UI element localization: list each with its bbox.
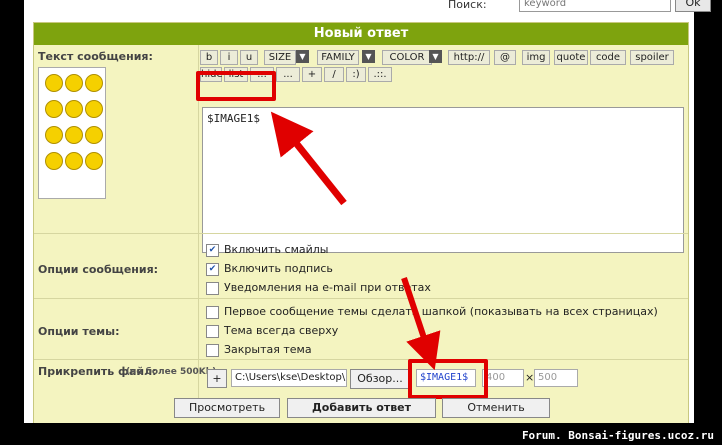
times-sign: ×	[525, 371, 535, 384]
toolbar-btn-3[interactable]: SIZE	[264, 50, 296, 65]
toolbar-btn-0[interactable]: b	[200, 50, 218, 65]
highlight-box-attach	[408, 359, 488, 399]
topic-option-checkbox-2[interactable]	[206, 344, 219, 357]
toolbar-row2-btn-4[interactable]: +	[302, 67, 322, 82]
topic-option-label-1: Тема всегда сверху	[224, 324, 339, 337]
cancel-button[interactable]: Отменить	[442, 398, 550, 418]
toolbar-row2-btn-6[interactable]: :)	[346, 67, 366, 82]
sad-smiley-icon[interactable]	[45, 100, 63, 118]
message-text: $IMAGE1$	[207, 112, 260, 125]
search-label: Поиск:	[448, 0, 487, 11]
toolbar-btn-6[interactable]: http://	[448, 50, 490, 65]
height-field[interactable]: 500	[534, 369, 578, 387]
toolbar-btn-2[interactable]: u	[240, 50, 258, 65]
watermark: Forum. Bonsai-figures.ucoz.ru	[521, 429, 714, 442]
toolbar-btn-4[interactable]: FAMILY	[317, 50, 359, 65]
search-bar: Поиск: keyword Ok	[24, 0, 711, 14]
toolbar-btn-8[interactable]: img	[522, 50, 550, 65]
submit-reply-button[interactable]: Добавить ответ	[287, 398, 436, 418]
preview-button[interactable]: Просмотреть	[174, 398, 280, 418]
add-attachment-button[interactable]: +	[207, 369, 227, 388]
reply-form: Новый ответ Текст сообщения: b i u SIZE FAMI…	[33, 22, 689, 424]
happy-smiley-icon[interactable]	[85, 100, 103, 118]
shocked-smiley-icon[interactable]	[85, 126, 103, 144]
surprised-smiley-icon[interactable]	[45, 126, 63, 144]
browse-button[interactable]: Обзор...	[350, 369, 410, 389]
dropdown-arrow-icon[interactable]: ▼	[429, 50, 442, 63]
form-title: Новый ответ	[34, 23, 688, 45]
dizzy-smiley-icon[interactable]	[65, 152, 83, 170]
toolbar-row2-btn-5[interactable]: /	[324, 67, 344, 82]
topic-option-checkbox-1[interactable]	[206, 325, 219, 338]
dropdown-arrow-icon[interactable]: ▼	[362, 50, 375, 63]
left-black-border	[0, 0, 24, 445]
smile-smiley-icon[interactable]	[65, 100, 83, 118]
msg-option-checkbox-1[interactable]: ✔	[206, 263, 219, 276]
topic-option-label-2: Закрытая тема	[224, 343, 312, 356]
toolbar-row2-btn-7[interactable]: .::.	[368, 67, 392, 82]
toolbar-btn-11[interactable]: spoiler	[630, 50, 674, 65]
msg-option-label-0: Включить смайлы	[224, 243, 329, 256]
width-field[interactable]: 400	[482, 369, 524, 387]
msg-option-checkbox-2[interactable]	[206, 282, 219, 295]
grin-smiley-icon[interactable]	[65, 74, 83, 92]
wink-smiley-icon[interactable]	[85, 152, 103, 170]
file-path-field[interactable]: C:\Users\kse\Desktop\	[231, 369, 347, 387]
smileys-panel	[38, 67, 106, 199]
neutral-smiley-icon[interactable]	[65, 126, 83, 144]
message-textarea[interactable]: $IMAGE1$	[202, 107, 684, 253]
topic-option-label-0: Первое сообщение темы сделать шапкой (по…	[224, 305, 658, 318]
message-label: Текст сообщения:	[38, 50, 153, 63]
dropdown-arrow-icon[interactable]: ▼	[296, 50, 309, 63]
search-input[interactable]: keyword	[519, 0, 671, 12]
highlight-box-textarea	[196, 71, 276, 101]
tongue-smiley-icon[interactable]	[45, 152, 63, 170]
angry-smiley-icon[interactable]	[45, 74, 63, 92]
attach-note: (не более 500Kb)	[126, 367, 217, 377]
msg-option-checkbox-0[interactable]: ✔	[206, 244, 219, 257]
message-options-label: Опции сообщения:	[38, 263, 159, 276]
toolbar-btn-1[interactable]: i	[220, 50, 238, 65]
right-black-border	[694, 0, 722, 445]
toolbar-btn-10[interactable]: code	[590, 50, 626, 65]
toolbar-row2-btn-3[interactable]: ...	[276, 67, 300, 82]
toolbar-btn-5[interactable]: COLOR	[382, 50, 432, 65]
toolbar-btn-9[interactable]: quote	[554, 50, 588, 65]
topic-option-checkbox-0[interactable]	[206, 306, 219, 319]
topic-options-label: Опции темы:	[38, 325, 120, 338]
msg-option-label-1: Включить подпись	[224, 262, 333, 275]
msg-option-label-2: Уведомления на e-mail при ответах	[224, 281, 431, 294]
bottom-bar: Forum. Bonsai-figures.ucoz.ru	[0, 423, 722, 445]
search-ok-button[interactable]: Ok	[675, 0, 711, 12]
cool-smiley-icon[interactable]	[85, 74, 103, 92]
toolbar-btn-7[interactable]: @	[494, 50, 516, 65]
